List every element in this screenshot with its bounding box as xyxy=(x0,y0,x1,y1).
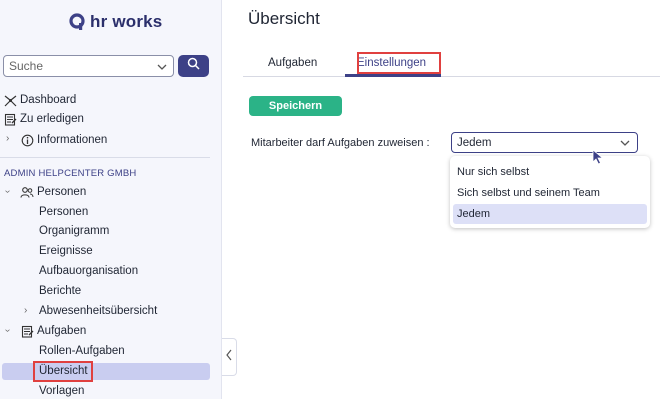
nav-group-personen-label: Personen xyxy=(37,186,87,198)
chevron-down-icon xyxy=(620,138,630,151)
dropdown-menu: Nur sich selbst Sich selbst und seinem T… xyxy=(450,156,650,228)
assign-tasks-select[interactable]: Jedem xyxy=(451,132,638,153)
option-jedem[interactable]: Jedem xyxy=(453,204,647,224)
search-icon xyxy=(187,57,200,75)
sidebar-item-label: Organigramm xyxy=(39,225,110,237)
chevron-down-icon[interactable] xyxy=(157,60,167,78)
sidebar-item-rollen-aufgaben[interactable]: Rollen-Aufgaben xyxy=(39,342,125,360)
chevron-left-icon xyxy=(225,348,233,366)
info-icon xyxy=(20,133,34,147)
nav-dashboard[interactable]: Dashboard xyxy=(3,91,76,109)
nav-group-aufgaben[interactable]: Aufgaben xyxy=(20,322,86,340)
tabs-divider xyxy=(243,76,660,77)
chevron-down-icon[interactable]: › xyxy=(2,190,13,193)
chevron-right-icon[interactable]: › xyxy=(6,133,9,144)
nav-dashboard-label: Dashboard xyxy=(20,94,77,106)
sidebar-item-ereignisse[interactable]: Ereignisse xyxy=(39,242,93,260)
sidebar-item-label: Ereignisse xyxy=(39,245,93,257)
sidebar-item-personen[interactable]: Personen xyxy=(39,203,88,221)
sidebar-item-organigramm[interactable]: Organigramm xyxy=(39,222,109,240)
nav-zu-erledigen[interactable]: Zu erledigen xyxy=(3,110,84,128)
sidebar-item-label: Vorlagen xyxy=(39,385,85,397)
sidebar-item-label: Aufbauorganisation xyxy=(39,265,139,277)
checklist-icon xyxy=(3,112,17,126)
option-sich-selbst-und-team[interactable]: Sich selbst und seinem Team xyxy=(453,183,647,203)
sidebar-item-vorlagen[interactable]: Vorlagen xyxy=(39,382,84,400)
people-icon xyxy=(20,185,34,199)
dashboard-icon xyxy=(3,93,17,107)
sidebar-item-label: Abwesenheitsübersicht xyxy=(39,305,158,317)
company-section-label: ADMIN HELPCENTER GMBH xyxy=(4,168,137,179)
assign-tasks-label: Mitarbeiter darf Aufgaben zuweisen : xyxy=(251,137,430,149)
sidebar: hr works Dashboard Zu erledigen › Inform… xyxy=(0,0,222,399)
annotation-highlight-box xyxy=(357,52,441,74)
mouse-cursor-icon xyxy=(592,149,604,170)
tasks-icon xyxy=(20,324,34,338)
logo-text: hr works xyxy=(90,12,163,31)
annotation-highlight-box xyxy=(33,361,93,382)
chevron-down-icon[interactable]: › xyxy=(2,329,13,332)
nav-group-aufgaben-label: Aufgaben xyxy=(37,325,87,337)
nav-group-personen[interactable]: Personen xyxy=(20,183,86,201)
search-button[interactable] xyxy=(178,55,209,77)
sidebar-divider xyxy=(0,157,210,158)
sidebar-collapse-button[interactable] xyxy=(222,338,237,376)
tab-aufgaben[interactable]: Aufgaben xyxy=(268,57,317,69)
logo[interactable]: hr works xyxy=(68,10,162,34)
sidebar-item-aufbauorganisation[interactable]: Aufbauorganisation xyxy=(39,262,138,280)
sidebar-item-abwesenheitsuebersicht[interactable]: Abwesenheitsübersicht xyxy=(39,302,157,320)
sidebar-item-berichte[interactable]: Berichte xyxy=(39,282,81,300)
sidebar-item-label: Rollen-Aufgaben xyxy=(39,345,125,357)
active-tab-indicator xyxy=(345,74,441,77)
nav-zu-erledigen-label: Zu erledigen xyxy=(20,113,84,125)
logo-icon xyxy=(68,13,86,31)
nav-informationen-label: Informationen xyxy=(37,134,108,146)
page-title: Übersicht xyxy=(248,9,320,28)
select-value: Jedem xyxy=(457,136,492,149)
option-nur-sich-selbst[interactable]: Nur sich selbst xyxy=(453,162,647,182)
sidebar-item-label: Personen xyxy=(39,206,89,218)
search-field[interactable] xyxy=(3,55,174,77)
sidebar-item-label: Berichte xyxy=(39,285,82,297)
search-input[interactable] xyxy=(4,56,154,76)
nav-informationen[interactable]: Informationen xyxy=(20,131,107,149)
save-button[interactable]: Speichern xyxy=(249,96,342,116)
chevron-right-icon[interactable]: › xyxy=(24,305,27,316)
